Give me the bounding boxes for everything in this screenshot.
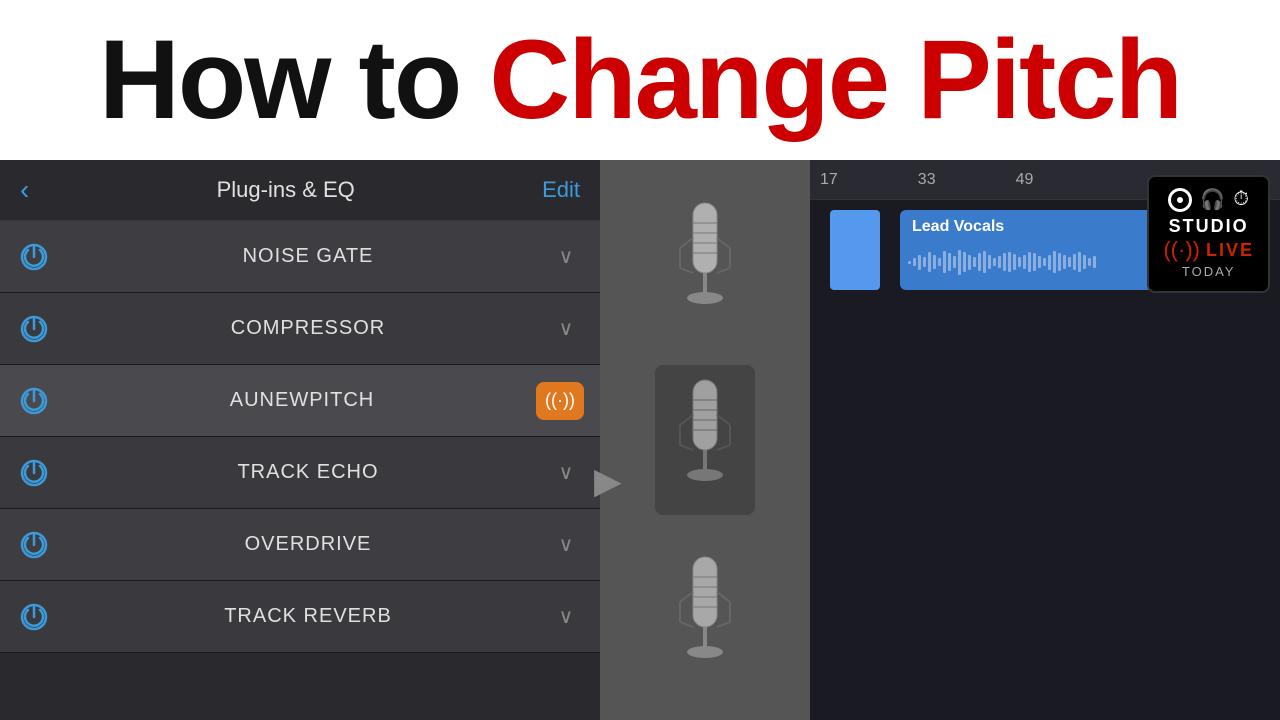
left-panel: ‹ Plug-ins & EQ Edit NOISE GATE ∨: [0, 160, 600, 720]
plugin-list: NOISE GATE ∨ COMPRESSOR ∨: [0, 221, 600, 653]
waveform-bar: [1078, 252, 1081, 272]
plugin-row-noise-gate[interactable]: NOISE GATE ∨: [0, 221, 600, 293]
waveform-bar: [1008, 252, 1011, 272]
back-button[interactable]: ‹: [20, 174, 29, 206]
edit-button[interactable]: Edit: [542, 177, 580, 203]
waveform-bar: [918, 255, 921, 270]
chevron-icon-track-echo: ∨: [548, 460, 584, 485]
radio-icon: ((·)): [1163, 237, 1200, 263]
record-icon: [1168, 188, 1192, 212]
plugin-name-compressor: COMPRESSOR: [68, 317, 548, 340]
waveform-bar: [983, 251, 986, 273]
studio-label: STUDIO: [1169, 216, 1249, 236]
panel-header: ‹ Plug-ins & EQ Edit: [0, 160, 600, 221]
waveform-bar: [988, 255, 991, 269]
plugin-row-overdrive[interactable]: OVERDRIVE ∨: [0, 509, 600, 581]
waveform-bar: [1033, 253, 1036, 271]
waveform-bar: [948, 253, 951, 271]
waveform-bar: [973, 257, 976, 267]
today-label: TODAY: [1182, 264, 1236, 279]
plugin-row-track-reverb[interactable]: TRACK REVERB ∨: [0, 581, 600, 653]
waveform-bar: [1063, 255, 1066, 269]
title-part2: Change Pitch: [489, 17, 1181, 142]
plugin-name-noise-gate: NOISE GATE: [68, 245, 548, 268]
waveform-bar: [958, 250, 961, 275]
plugin-row-compressor[interactable]: COMPRESSOR ∨: [0, 293, 600, 365]
waveform-bar: [1018, 257, 1021, 267]
waveform-bar: [1023, 255, 1026, 269]
waveform-bar: [943, 251, 946, 273]
waveform-bar: [933, 255, 936, 269]
chevron-icon-compressor: ∨: [548, 316, 584, 341]
power-icon-track-reverb: [16, 599, 52, 635]
power-icon-noise-gate: [16, 239, 52, 275]
waveform-bar: [1003, 253, 1006, 271]
power-icon-aunewpitch: [16, 383, 52, 419]
waveform-bar: [1053, 251, 1056, 273]
timeline-marker-49: 49: [1016, 171, 1034, 189]
chevron-icon-track-reverb: ∨: [548, 604, 584, 629]
waveform-bar: [923, 257, 926, 267]
panel-title: Plug-ins & EQ: [217, 177, 355, 203]
waveform-bar: [978, 253, 981, 271]
waveform-bar: [938, 258, 941, 266]
waveform-bar: [1093, 256, 1096, 268]
studio-text: STUDIO: [1163, 216, 1254, 237]
plugin-name-track-echo: TRACK ECHO: [68, 461, 548, 484]
waveform-bar: [1058, 253, 1061, 271]
plugin-row-aunewpitch[interactable]: AUNEWPITCH ((·)): [0, 365, 600, 437]
chevron-icon-noise-gate: ∨: [548, 244, 584, 269]
active-badge-aunewpitch: ((·)): [536, 382, 584, 420]
waveform-bar: [1088, 258, 1091, 266]
waveform-bar: [1043, 258, 1046, 266]
title-part1: How to: [99, 17, 489, 142]
waveform-bar: [1068, 257, 1071, 267]
timeline-marker-17: 17: [820, 171, 838, 189]
title-bar: How to Change Pitch: [0, 0, 1280, 160]
waveform-bar: [913, 258, 916, 266]
live-text-row: ((·)) LIVE: [1163, 237, 1254, 263]
mic-area: [600, 160, 810, 720]
mic-top: [665, 198, 745, 328]
mic-mid: [655, 365, 755, 515]
clock-icon: ⏱: [1233, 188, 1249, 211]
clip-label: Lead Vocals: [912, 218, 1004, 235]
plugin-name-aunewpitch: AUNEWPITCH: [68, 389, 536, 412]
today-text: TODAY: [1163, 263, 1254, 281]
waveform-bar: [1073, 254, 1076, 270]
plugin-row-track-echo[interactable]: TRACK ECHO ∨: [0, 437, 600, 509]
power-icon-compressor: [16, 311, 52, 347]
timeline-marker-33: 33: [918, 171, 936, 189]
waveform-bar: [968, 255, 971, 270]
plugin-name-track-reverb: TRACK REVERB: [68, 605, 548, 628]
plugin-name-overdrive: OVERDRIVE: [68, 533, 548, 556]
waveform-bar: [1028, 252, 1031, 272]
waveform-bar: [928, 252, 931, 272]
waveform-bar: [1048, 255, 1051, 270]
radio-wave-icon: ((·)): [545, 390, 575, 411]
studio-logo: 🎧 ⏱ STUDIO ((·)) LIVE TODAY: [1147, 175, 1270, 293]
waveform-bar: [1038, 256, 1041, 268]
waveform-bar: [998, 256, 1001, 268]
waveform-bar: [963, 252, 966, 272]
power-icon-overdrive: [16, 527, 52, 563]
recording-clip: [830, 210, 880, 290]
waveform-bar: [908, 261, 911, 264]
arrow-indicator: ▶: [594, 460, 622, 502]
chevron-icon-overdrive: ∨: [548, 532, 584, 557]
waveform-bar: [1083, 255, 1086, 269]
waveform-bar: [1013, 254, 1016, 270]
waveform-bar: [953, 256, 956, 268]
headphones-icon: 🎧: [1200, 187, 1225, 212]
mic-bottom: [665, 552, 745, 682]
logo-icons-row: 🎧 ⏱: [1163, 187, 1254, 212]
power-icon-track-echo: [16, 455, 52, 491]
live-label: LIVE: [1206, 240, 1254, 261]
waveform-bar: [993, 258, 996, 266]
